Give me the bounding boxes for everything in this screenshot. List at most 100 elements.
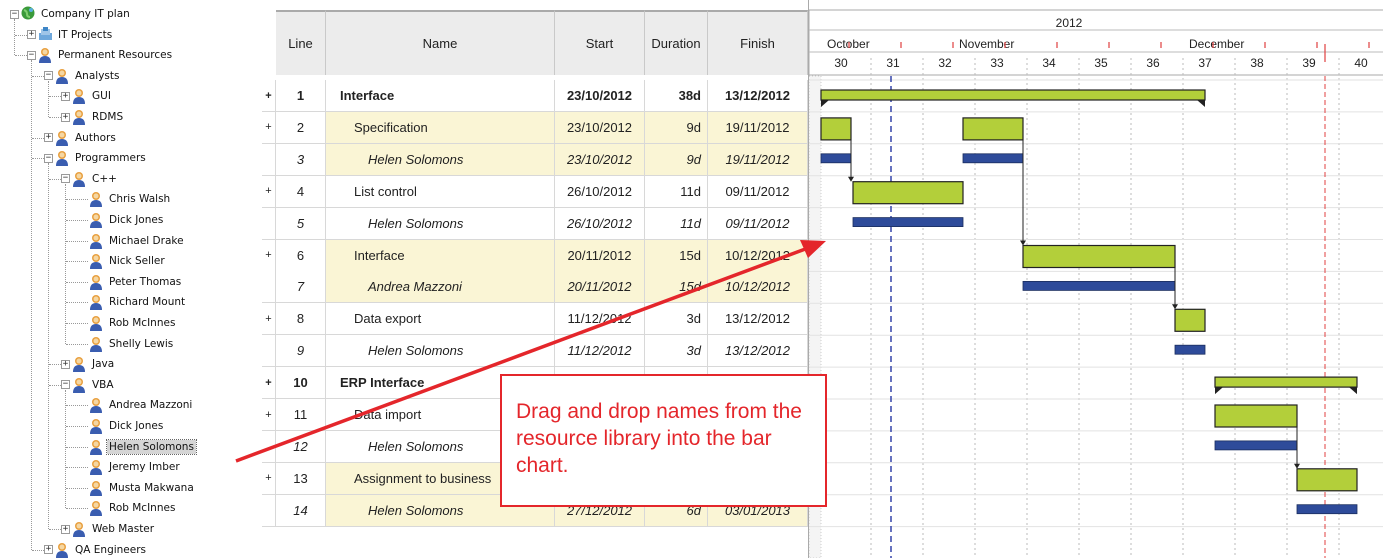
collapse-toggle[interactable]: −: [61, 380, 70, 390]
name-cell[interactable]: Interface: [326, 239, 555, 271]
start-column-header[interactable]: Start: [555, 10, 645, 75]
finish-cell[interactable]: 10/12/2012: [708, 239, 808, 271]
tree-node[interactable]: + Web Master: [61, 519, 156, 539]
table-row[interactable]: +6 Interface 20/11/2012 15d 10/12/2012: [262, 239, 808, 272]
finish-cell[interactable]: 13/12/2012: [708, 80, 808, 111]
collapse-toggle[interactable]: −: [61, 174, 70, 184]
line-column-header[interactable]: Line: [276, 10, 326, 75]
table-row[interactable]: 3 Helen Solomons 23/10/2012 9d 19/11/2012: [262, 143, 808, 176]
finish-cell[interactable]: 10/12/2012: [708, 271, 808, 303]
table-row[interactable]: +1 Interface 23/10/2012 38d 13/12/2012: [262, 80, 808, 112]
finish-cell[interactable]: 19/11/2012: [708, 143, 808, 175]
start-cell[interactable]: 26/10/2012: [555, 207, 645, 239]
name-cell[interactable]: Helen Solomons: [326, 207, 555, 239]
tree-node[interactable]: Nick Seller: [78, 251, 167, 271]
name-cell[interactable]: Andrea Mazzoni: [326, 271, 555, 303]
tree-node[interactable]: Andrea Mazzoni: [78, 395, 194, 415]
table-row[interactable]: +2 Specification 23/10/2012 9d 19/11/2012: [262, 111, 808, 144]
expand-toggle[interactable]: +: [61, 91, 70, 101]
start-cell[interactable]: 20/11/2012: [555, 239, 645, 271]
table-row[interactable]: +4 List control 26/10/2012 11d 09/11/2012: [262, 175, 808, 208]
table-row[interactable]: +8 Data export 11/12/2012 3d 13/12/2012: [262, 303, 808, 336]
tree-node[interactable]: − Analysts: [44, 66, 121, 86]
start-cell[interactable]: 11/12/2012: [555, 335, 645, 367]
finish-cell[interactable]: 13/12/2012: [708, 335, 808, 367]
tree-node[interactable]: Rob McInnes: [78, 313, 177, 333]
row-expander[interactable]: +: [262, 303, 276, 335]
tree-node[interactable]: Richard Mount: [78, 292, 187, 312]
row-expander[interactable]: [262, 207, 276, 239]
resource-library-tree[interactable]: − Company IT plan + IT Projects − Permanent R…: [0, 0, 262, 558]
start-cell[interactable]: 23/10/2012: [555, 111, 645, 143]
row-expander[interactable]: [262, 494, 276, 526]
table-row[interactable]: 9 Helen Solomons 11/12/2012 3d 13/12/2012: [262, 335, 808, 368]
tree-node[interactable]: Peter Thomas: [78, 272, 183, 292]
finish-cell[interactable]: 09/11/2012: [708, 175, 808, 207]
tree-node[interactable]: + GUI: [61, 86, 113, 106]
duration-column-header[interactable]: Duration: [645, 10, 708, 75]
duration-cell[interactable]: 15d: [645, 239, 708, 271]
expand-toggle[interactable]: +: [61, 112, 70, 122]
tree-node[interactable]: Dick Jones: [78, 416, 165, 436]
finish-cell[interactable]: 13/12/2012: [708, 303, 808, 335]
tree-node[interactable]: − C++: [61, 169, 119, 189]
row-expander[interactable]: [262, 335, 276, 367]
name-cell[interactable]: Data export: [326, 303, 555, 335]
row-expander[interactable]: +: [262, 367, 276, 399]
name-cell[interactable]: Specification: [326, 111, 555, 143]
collapse-toggle[interactable]: −: [27, 50, 36, 60]
expand-toggle[interactable]: +: [44, 545, 53, 555]
tree-node[interactable]: + Authors: [44, 128, 118, 148]
start-cell[interactable]: 20/11/2012: [555, 271, 645, 303]
collapse-toggle[interactable]: −: [10, 9, 19, 19]
tree-node[interactable]: − Company IT plan: [10, 4, 132, 24]
start-cell[interactable]: 23/10/2012: [555, 143, 645, 175]
row-expander[interactable]: +: [262, 239, 276, 271]
tree-node[interactable]: Shelly Lewis: [78, 334, 175, 354]
tree-node[interactable]: Michael Drake: [78, 231, 186, 251]
duration-cell[interactable]: 15d: [645, 271, 708, 303]
expand-toggle[interactable]: +: [27, 30, 36, 40]
finish-cell[interactable]: 09/11/2012: [708, 207, 808, 239]
row-expander[interactable]: [262, 271, 276, 303]
row-expander[interactable]: +: [262, 462, 276, 494]
tree-node[interactable]: + IT Projects: [27, 25, 114, 45]
collapse-toggle[interactable]: −: [44, 153, 53, 163]
row-expander[interactable]: [262, 430, 276, 462]
name-cell[interactable]: Interface: [326, 80, 555, 111]
duration-cell[interactable]: 3d: [645, 335, 708, 367]
name-cell[interactable]: Helen Solomons: [326, 143, 555, 175]
tree-node[interactable]: − VBA: [61, 375, 116, 395]
tree-node[interactable]: + RDMS: [61, 107, 125, 127]
table-row[interactable]: 7 Andrea Mazzoni 20/11/2012 15d 10/12/2012: [262, 271, 808, 304]
table-row[interactable]: 5 Helen Solomons 26/10/2012 11d 09/11/2012: [262, 207, 808, 240]
name-cell[interactable]: Helen Solomons: [326, 335, 555, 367]
tree-node[interactable]: Helen Solomons: [78, 437, 197, 457]
duration-cell[interactable]: 38d: [645, 80, 708, 111]
row-expander[interactable]: +: [262, 80, 276, 111]
duration-cell[interactable]: 11d: [645, 175, 708, 207]
gantt-chart[interactable]: 2012 October November December 30 31 32 33 34 35 3…: [808, 0, 1383, 558]
start-cell[interactable]: 11/12/2012: [555, 303, 645, 335]
finish-cell[interactable]: 19/11/2012: [708, 111, 808, 143]
row-expander[interactable]: +: [262, 175, 276, 207]
tree-node[interactable]: − Permanent Resources: [27, 45, 174, 65]
gantt-canvas[interactable]: 2012 October November December 30 31 32 33 34 35 3…: [809, 0, 1383, 558]
tree-node[interactable]: Dick Jones: [78, 210, 165, 230]
tree-node[interactable]: + QA Engineers: [44, 540, 148, 558]
collapse-toggle[interactable]: −: [44, 71, 53, 81]
start-cell[interactable]: 23/10/2012: [555, 80, 645, 111]
tree-node[interactable]: + Java: [61, 354, 116, 374]
duration-cell[interactable]: 9d: [645, 143, 708, 175]
expand-toggle[interactable]: +: [61, 524, 70, 534]
start-cell[interactable]: 26/10/2012: [555, 175, 645, 207]
duration-cell[interactable]: 3d: [645, 303, 708, 335]
tree-node[interactable]: Musta Makwana: [78, 478, 196, 498]
tree-node[interactable]: Rob McInnes: [78, 498, 177, 518]
name-cell[interactable]: List control: [326, 175, 555, 207]
row-expander[interactable]: +: [262, 399, 276, 430]
tree-node[interactable]: Jeremy Imber: [78, 457, 182, 477]
duration-cell[interactable]: 11d: [645, 207, 708, 239]
duration-cell[interactable]: 9d: [645, 111, 708, 143]
finish-column-header[interactable]: Finish: [708, 10, 808, 75]
